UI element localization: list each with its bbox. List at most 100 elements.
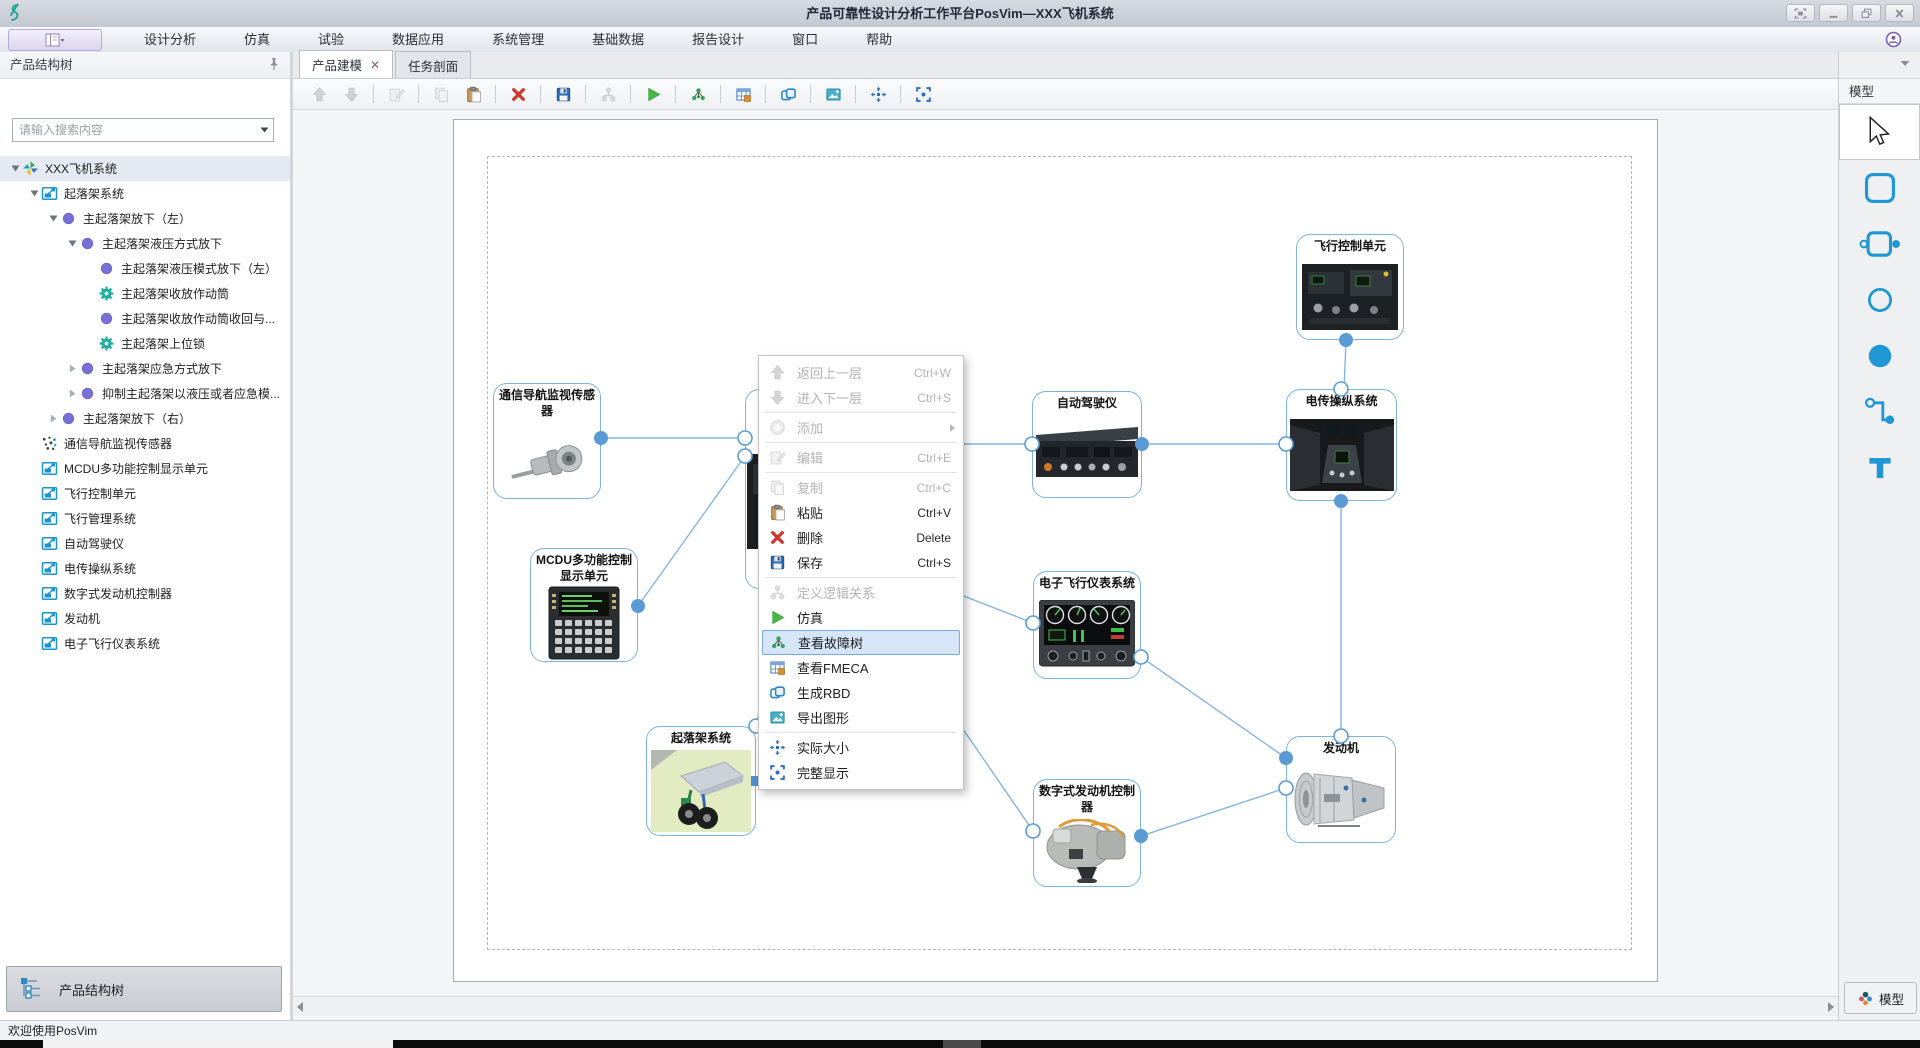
tree-item[interactable]: 起落架系统 bbox=[0, 181, 290, 206]
diagram-node-fcu[interactable]: 飞行控制单元 bbox=[1296, 234, 1404, 340]
scroll-left-icon[interactable] bbox=[297, 1002, 303, 1012]
edit-button[interactable] bbox=[383, 81, 409, 107]
diagram-canvas[interactable]: 飞行管理系统通信导航监视传感器MCDU多功能控制显示单元起落架系统自动驾驶仪飞行… bbox=[453, 119, 1658, 982]
context-menu-item[interactable]: 删除Delete bbox=[759, 525, 963, 550]
paste-button[interactable] bbox=[460, 81, 486, 107]
tree-item[interactable]: 飞行管理系统 bbox=[0, 506, 290, 531]
fit-view-button[interactable] bbox=[910, 81, 936, 107]
menu-item-6[interactable]: 报告设计 bbox=[668, 27, 768, 52]
tree-item[interactable]: MCDU多功能控制显示单元 bbox=[0, 456, 290, 481]
tree-item[interactable]: 通信导航监视传感器 bbox=[0, 431, 290, 456]
tree-item[interactable]: 自动驾驶仪 bbox=[0, 531, 290, 556]
arrow-down-button[interactable] bbox=[338, 81, 364, 107]
context-menu-item[interactable]: 定义逻辑关系 bbox=[759, 580, 963, 605]
chevron-down-icon[interactable] bbox=[1900, 60, 1910, 67]
search-combobox[interactable] bbox=[12, 118, 274, 142]
expander-open-icon[interactable] bbox=[46, 212, 60, 226]
fault-tree-button[interactable] bbox=[685, 81, 711, 107]
arrow-up-button[interactable] bbox=[306, 81, 332, 107]
scroll-right-icon[interactable] bbox=[1828, 1002, 1834, 1012]
tree-item[interactable]: 主起落架应急方式放下 bbox=[0, 356, 290, 381]
expander-closed-icon[interactable] bbox=[65, 362, 79, 376]
expander-open-icon[interactable] bbox=[65, 237, 79, 251]
delete-button[interactable] bbox=[505, 81, 531, 107]
tree-item[interactable]: 电传操纵系统 bbox=[0, 556, 290, 581]
context-menu-item[interactable]: 进入下一层Ctrl+S bbox=[759, 385, 963, 410]
menu-item-1[interactable]: 仿真 bbox=[220, 27, 294, 52]
context-menu-item[interactable]: 完整显示 bbox=[759, 760, 963, 785]
diagram-node-engine[interactable]: 发动机 bbox=[1286, 736, 1396, 843]
tree-item[interactable]: 电子飞行仪表系统 bbox=[0, 631, 290, 656]
tree-item[interactable]: 主起落架液压方式放下 bbox=[0, 231, 290, 256]
fullscreen-button[interactable] bbox=[1786, 4, 1815, 22]
play-button[interactable] bbox=[640, 81, 666, 107]
cursor-tool[interactable] bbox=[1839, 104, 1920, 160]
tree-item[interactable]: 主起落架放下（左） bbox=[0, 206, 290, 231]
diagram-node-gear[interactable]: 起落架系统 bbox=[646, 726, 756, 836]
diagram-node-autopilot[interactable]: 自动驾驶仪 bbox=[1032, 391, 1142, 498]
context-menu-item[interactable]: 返回上一层Ctrl+W bbox=[759, 360, 963, 385]
tree-item[interactable]: 飞行控制单元 bbox=[0, 481, 290, 506]
expander-open-icon[interactable] bbox=[8, 162, 22, 176]
menu-item-0[interactable]: 设计分析 bbox=[120, 27, 220, 52]
tree-item[interactable]: 主起落架放下（右） bbox=[0, 406, 290, 431]
logic-button[interactable] bbox=[595, 81, 621, 107]
context-menu-item[interactable]: 复制Ctrl+C bbox=[759, 475, 963, 500]
connector-tool[interactable] bbox=[1839, 384, 1920, 440]
tree-item[interactable]: 数字式发动机控制器 bbox=[0, 581, 290, 606]
context-menu-item[interactable]: 添加 bbox=[759, 415, 963, 440]
expander-open-icon[interactable] bbox=[27, 187, 41, 201]
text-tool[interactable] bbox=[1839, 440, 1920, 496]
context-menu-item[interactable]: 粘贴Ctrl+V bbox=[759, 500, 963, 525]
tree-item[interactable]: 主起落架收放作动筒 bbox=[0, 281, 290, 306]
tab-0[interactable]: 产品建模✕ bbox=[299, 50, 393, 78]
chevron-down-icon[interactable] bbox=[255, 119, 273, 141]
rbd-button[interactable] bbox=[775, 81, 801, 107]
diagram-node-efis[interactable]: 电子飞行仪表系统 bbox=[1033, 571, 1141, 679]
fmeca-button[interactable] bbox=[730, 81, 756, 107]
export-image-button[interactable] bbox=[820, 81, 846, 107]
tab-1[interactable]: 任务剖面 bbox=[395, 51, 471, 78]
restore-button[interactable] bbox=[1852, 4, 1881, 22]
actual-size-button[interactable] bbox=[865, 81, 891, 107]
context-menu-item[interactable]: 导出图形 bbox=[759, 705, 963, 730]
rounded-rect-tool[interactable] bbox=[1839, 160, 1920, 216]
expander-closed-icon[interactable] bbox=[65, 387, 79, 401]
menu-item-7[interactable]: 窗口 bbox=[768, 27, 842, 52]
tree-item[interactable]: 抑制主起落架以液压或者应急模... bbox=[0, 381, 290, 406]
tree-item[interactable]: 发动机 bbox=[0, 606, 290, 631]
horizontal-scrollbar[interactable] bbox=[293, 996, 1838, 1016]
context-menu-item[interactable]: 实际大小 bbox=[759, 735, 963, 760]
tree-item[interactable]: 主起落架收放作动筒收回与... bbox=[0, 306, 290, 331]
tab-close-icon[interactable]: ✕ bbox=[370, 59, 380, 71]
tree-item[interactable]: XXX飞机系统 bbox=[0, 156, 290, 181]
app-menu-button[interactable] bbox=[8, 29, 102, 51]
user-icon[interactable] bbox=[1885, 31, 1902, 48]
search-input[interactable] bbox=[13, 123, 255, 137]
circle-filled-tool[interactable] bbox=[1839, 328, 1920, 384]
diagram-node-mcdu[interactable]: MCDU多功能控制显示单元 bbox=[530, 548, 638, 662]
menu-item-5[interactable]: 基础数据 bbox=[568, 27, 668, 52]
close-button[interactable] bbox=[1885, 4, 1914, 22]
diagram-node-dec[interactable]: 数字式发动机控制器 bbox=[1033, 779, 1141, 887]
save-button[interactable] bbox=[550, 81, 576, 107]
tree-item[interactable]: 主起落架上位锁 bbox=[0, 331, 290, 356]
context-menu-item[interactable]: 保存Ctrl+S bbox=[759, 550, 963, 575]
tree-item[interactable]: 主起落架液压模式放下（左） bbox=[0, 256, 290, 281]
copy-button[interactable] bbox=[428, 81, 454, 107]
rect-ports-tool[interactable] bbox=[1839, 216, 1920, 272]
diagram-node-fbw[interactable]: 电传操纵系统 bbox=[1286, 389, 1397, 501]
menu-item-3[interactable]: 数据应用 bbox=[368, 27, 468, 52]
model-button[interactable]: 模型 bbox=[1844, 982, 1917, 1014]
context-menu-item[interactable]: 仿真 bbox=[759, 605, 963, 630]
context-menu-item[interactable]: 编辑Ctrl+E bbox=[759, 445, 963, 470]
context-menu-item[interactable]: 生成RBD bbox=[759, 680, 963, 705]
context-menu-item[interactable]: 查看故障树 bbox=[762, 630, 960, 655]
circle-hollow-tool[interactable] bbox=[1839, 272, 1920, 328]
diagram-node-comm[interactable]: 通信导航监视传感器 bbox=[493, 383, 601, 499]
context-menu-item[interactable]: 查看FMECA bbox=[759, 655, 963, 680]
minimize-button[interactable] bbox=[1819, 4, 1848, 22]
structure-tree-button[interactable]: 产品结构树 bbox=[6, 966, 282, 1012]
menu-item-2[interactable]: 试验 bbox=[294, 27, 368, 52]
expander-closed-icon[interactable] bbox=[46, 412, 60, 426]
